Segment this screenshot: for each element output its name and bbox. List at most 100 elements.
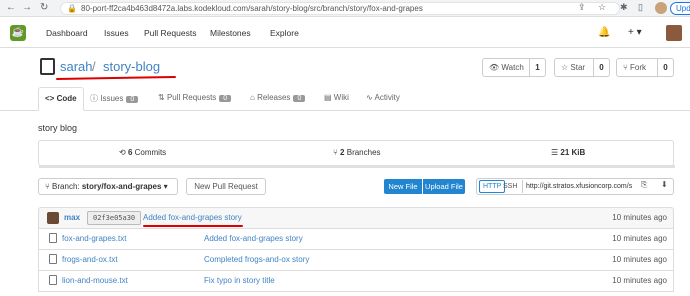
file-icon	[49, 254, 57, 264]
repo-description: story blog	[38, 123, 78, 133]
fork-icon: ⑂	[623, 63, 628, 72]
address-bar[interactable]: 🔒 80-port-ff2ca4b463d8472a.labs.kodeklou…	[60, 2, 620, 15]
issue-icon: ⓘ	[90, 94, 98, 103]
pulls-count-badge: 0	[219, 95, 232, 102]
branch-icon: ⑂	[45, 182, 50, 191]
size-stat: ☰ 21 KiB	[551, 148, 586, 157]
table-row: frogs-and-ox.txt Completed frogs-and-ox …	[38, 250, 674, 271]
clone-url-input[interactable]: http://git.stratos.xfusioncorp.com/s	[522, 180, 634, 193]
nav-pull-requests[interactable]: Pull Requests	[144, 28, 196, 38]
forward-icon[interactable]: →	[22, 2, 32, 13]
watch-button[interactable]: 👁 Watch 1	[482, 58, 546, 77]
reload-icon[interactable]: ↻	[40, 2, 48, 13]
star-label: ☆ Star	[561, 63, 586, 72]
lock-icon: 🔒	[67, 4, 77, 13]
annotation-underline	[143, 225, 243, 227]
file-time: 10 minutes ago	[612, 234, 667, 243]
history-icon: ⟲	[119, 148, 126, 157]
bell-icon[interactable]: 🔔	[598, 27, 610, 38]
profile-avatar[interactable]	[655, 2, 667, 14]
tab-releases[interactable]: ⌂ Releases 0	[250, 93, 306, 102]
update-button[interactable]: Upd	[670, 2, 690, 15]
commits-stat[interactable]: ⟲ 6 Commits	[119, 148, 166, 157]
sidepanel-icon[interactable]: ▯	[638, 2, 643, 13]
issues-count-badge: 0	[126, 96, 139, 103]
clone-panel: HTTP SSH http://git.stratos.xfusioncorp.…	[476, 178, 674, 195]
file-time: 10 minutes ago	[612, 276, 667, 285]
create-menu-button[interactable]: + ▾	[628, 27, 642, 38]
repo-tabs: <> Code ⓘ Issues 0 ⇅ Pull Requests 0 ⌂ Rel…	[0, 87, 690, 111]
branches-stat[interactable]: ⑂ 2 Branches	[333, 148, 381, 157]
star-icon: ☆	[561, 63, 569, 72]
nav-issues[interactable]: Issues	[104, 28, 129, 38]
branch-icon: ⑂	[333, 148, 338, 157]
pull-request-icon: ⇅	[158, 93, 165, 102]
tab-code[interactable]: <> Code	[38, 87, 84, 111]
new-file-button[interactable]: New File	[384, 179, 422, 194]
commit-author[interactable]: max	[64, 213, 80, 222]
fork-button[interactable]: ⑂ Fork 0	[616, 58, 674, 77]
back-icon[interactable]: ←	[6, 2, 16, 13]
repo-owner-link[interactable]: sarah	[60, 59, 93, 74]
file-icon	[49, 275, 57, 285]
releases-count-badge: 0	[293, 95, 306, 102]
star-count[interactable]: 0	[593, 59, 609, 76]
file-icon	[49, 233, 57, 243]
copy-icon[interactable]: ⎘	[641, 180, 647, 190]
clone-http-button[interactable]: HTTP	[479, 180, 506, 193]
file-name[interactable]: fox-and-grapes.txt	[62, 234, 126, 243]
upload-file-button[interactable]: Upload File	[423, 179, 465, 194]
fork-count[interactable]: 0	[657, 59, 673, 76]
table-row: lion-and-mouse.txt Fix typo in story tit…	[38, 271, 674, 292]
repo-name-link[interactable]: story-blog	[103, 59, 160, 74]
nav-explore[interactable]: Explore	[270, 28, 299, 38]
gitea-logo-icon[interactable]: ☕	[10, 25, 26, 41]
chevron-down-icon: ▾	[163, 182, 168, 191]
branch-dropdown[interactable]: ⑂ Branch: story/fox-and-grapes ▾	[38, 178, 178, 195]
share-icon[interactable]: ⇪	[578, 2, 586, 13]
fork-label: ⑂ Fork	[623, 63, 647, 72]
top-navigation: ☕ Dashboard Issues Pull Requests Milesto…	[0, 18, 690, 48]
tag-icon: ⌂	[250, 93, 255, 102]
download-icon[interactable]: ⬇	[661, 180, 668, 189]
user-avatar[interactable]	[666, 25, 682, 41]
tab-pull-requests[interactable]: ⇅ Pull Requests 0	[158, 93, 232, 102]
star-button[interactable]: ☆ Star 0	[554, 58, 610, 77]
tab-wiki[interactable]: ▤ Wiki	[324, 93, 349, 102]
file-commit-message[interactable]: Completed frogs-and-ox story	[204, 255, 309, 264]
author-avatar[interactable]	[47, 212, 59, 224]
file-name[interactable]: lion-and-mouse.txt	[62, 276, 128, 285]
repo-path-separator: /	[92, 59, 96, 74]
current-branch: story/fox-and-grapes	[81, 182, 162, 191]
bookmark-star-icon[interactable]: ☆	[598, 2, 606, 13]
address-url[interactable]: 80-port-ff2ca4b463d8472a.labs.kodekloud.…	[81, 4, 423, 13]
commit-message[interactable]: Added fox-and-grapes story	[143, 213, 242, 222]
new-pull-request-button[interactable]: New Pull Request	[186, 178, 266, 195]
watch-label: 👁 Watch	[489, 63, 524, 72]
annotation-underline	[55, 75, 177, 81]
database-icon: ☰	[551, 148, 559, 157]
commit-sha[interactable]: 02f3e05a30	[87, 211, 142, 225]
browser-toolbar: ← → ↻ 🔒 80-port-ff2ca4b463d8472a.labs.ko…	[0, 0, 690, 17]
clone-ssh-button[interactable]: SSH	[503, 181, 517, 192]
repo-stats-bar: ⟲ 6 Commits ⑂ 2 Branches ☰ 21 KiB	[38, 140, 675, 168]
tab-activity[interactable]: ∿ Activity	[366, 93, 400, 102]
file-time: 10 minutes ago	[612, 255, 667, 264]
nav-milestones[interactable]: Milestones	[210, 28, 251, 38]
eye-icon: 👁	[489, 63, 500, 72]
file-name[interactable]: frogs-and-ox.txt	[62, 255, 118, 264]
extensions-icon[interactable]: ✱	[620, 2, 628, 13]
repo-icon	[40, 58, 55, 75]
pulse-icon: ∿	[366, 93, 373, 102]
code-icon: <>	[45, 94, 55, 103]
nav-dashboard[interactable]: Dashboard	[46, 28, 88, 38]
file-commit-message[interactable]: Added fox-and-grapes story	[204, 234, 303, 243]
tab-issues[interactable]: ⓘ Issues 0	[90, 93, 139, 104]
table-row: fox-and-grapes.txt Added fox-and-grapes …	[38, 229, 674, 250]
commit-time: 10 minutes ago	[612, 213, 667, 222]
file-commit-message[interactable]: Fix typo in story title	[204, 276, 275, 285]
language-bar	[39, 165, 675, 168]
latest-commit-row: max 02f3e05a30 Added fox-and-grapes stor…	[38, 207, 674, 229]
book-icon: ▤	[324, 93, 332, 102]
watch-count[interactable]: 1	[529, 59, 545, 76]
